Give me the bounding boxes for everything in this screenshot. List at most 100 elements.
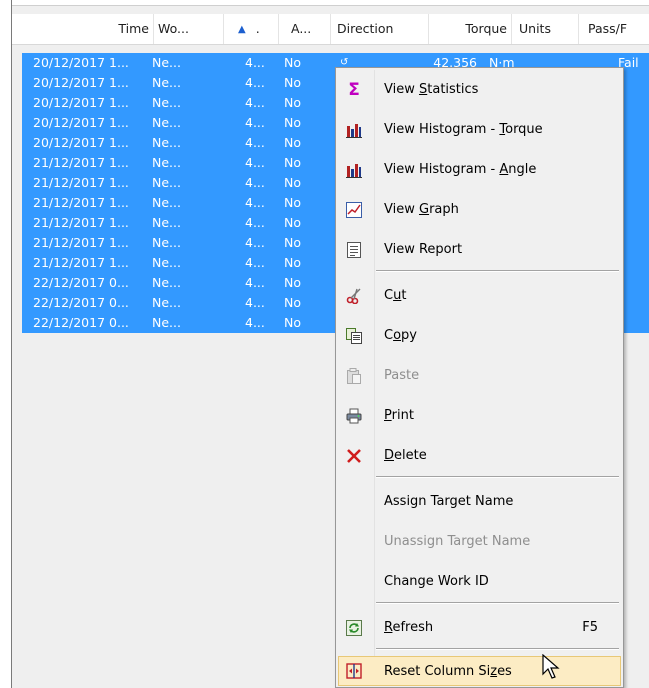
row-number-cell: 4... — [245, 135, 265, 150]
row-workid-cell: Ne... — [152, 155, 181, 170]
paste-icon — [346, 368, 362, 384]
row-workid-cell: Ne... — [152, 215, 181, 230]
menu-item-label: Print — [384, 408, 414, 423]
column-header-pass-fail-label: Pass/F — [588, 21, 628, 36]
row-time-cell: 21/12/2017 1... — [33, 195, 129, 210]
row-number-cell: 4... — [245, 175, 265, 190]
printer-icon — [346, 408, 362, 424]
menu-item-view-statistics[interactable]: Σ View Statistics — [338, 75, 621, 105]
column-header-a[interactable]: A... — [279, 14, 331, 44]
reset-columns-icon — [346, 663, 362, 679]
context-menu: Σ View Statistics View Histogram - Torqu… — [335, 67, 624, 688]
menu-item-delete[interactable]: Delete — [338, 441, 621, 471]
row-a-cell: No — [284, 275, 301, 290]
row-a-cell: No — [284, 135, 301, 150]
row-a-cell: No — [284, 255, 301, 270]
row-number-cell: 4... — [245, 215, 265, 230]
menu-item-paste[interactable]: Paste — [338, 361, 621, 391]
menu-item-cut[interactable]: Cut — [338, 281, 621, 311]
row-time-cell: 21/12/2017 1... — [33, 175, 129, 190]
menu-separator — [376, 602, 619, 604]
column-header-time[interactable]: Time — [12, 14, 154, 44]
row-number-cell: 4... — [245, 295, 265, 310]
row-workid-cell: Ne... — [152, 235, 181, 250]
row-time-cell: 21/12/2017 1... — [33, 155, 129, 170]
menu-item-view-report[interactable]: View Report — [338, 235, 621, 265]
row-time-cell: 22/12/2017 0... — [33, 295, 129, 310]
row-a-cell: No — [284, 55, 301, 70]
row-time-cell: 20/12/2017 1... — [33, 95, 129, 110]
row-a-cell: No — [284, 195, 301, 210]
row-number-cell: 4... — [245, 275, 265, 290]
row-workid-cell: Ne... — [152, 55, 181, 70]
row-time-cell: 22/12/2017 0... — [33, 315, 129, 330]
menu-item-change-work-id[interactable]: Change Work ID — [338, 567, 621, 597]
menu-item-label: Paste — [384, 368, 420, 383]
row-time-cell: 20/12/2017 1... — [33, 115, 129, 130]
column-header-direction-label: Direction — [337, 21, 394, 36]
menu-separator — [376, 476, 619, 478]
sort-ascending-icon: ▲ — [238, 24, 246, 35]
menu-separator — [376, 648, 619, 650]
sigma-icon: Σ — [348, 80, 360, 100]
row-workid-cell: Ne... — [152, 95, 181, 110]
row-a-cell: No — [284, 295, 301, 310]
refresh-icon — [346, 620, 362, 636]
column-header-workid[interactable]: Wo... — [154, 14, 224, 44]
row-time-cell: 21/12/2017 1... — [33, 255, 129, 270]
row-a-cell: No — [284, 155, 301, 170]
row-number-cell: 4... — [245, 235, 265, 250]
row-workid-cell: Ne... — [152, 135, 181, 150]
row-number-cell: 4... — [245, 115, 265, 130]
menu-item-reset-column-sizes[interactable]: Reset Column Sizes — [338, 656, 621, 686]
menu-item-view-graph[interactable]: View Graph — [338, 195, 621, 225]
row-workid-cell: Ne... — [152, 195, 181, 210]
menu-item-copy[interactable]: Copy — [338, 321, 621, 351]
menu-item-shortcut: F5 — [582, 620, 598, 635]
column-header-torque[interactable]: Torque — [429, 14, 512, 44]
column-header-direction[interactable]: Direction — [331, 14, 429, 44]
row-number-cell: 4... — [245, 55, 265, 70]
menu-item-view-histogram-angle[interactable]: View Histogram - Angle — [338, 155, 621, 185]
histogram-icon — [346, 122, 362, 138]
top-border — [11, 5, 649, 6]
row-number-cell: 4... — [245, 75, 265, 90]
row-a-cell: No — [284, 175, 301, 190]
menu-item-label: View Graph — [384, 202, 459, 217]
menu-item-label: View Report — [384, 242, 463, 257]
row-workid-cell: Ne... — [152, 75, 181, 90]
row-a-cell: No — [284, 75, 301, 90]
menu-item-label: Refresh — [384, 620, 434, 635]
menu-item-label: Delete — [384, 448, 427, 463]
row-time-cell: 22/12/2017 0... — [33, 275, 129, 290]
delete-x-icon — [346, 448, 362, 464]
menu-item-label: Assign Target Name — [384, 494, 514, 509]
histogram-icon — [346, 162, 362, 178]
row-a-cell: No — [284, 315, 301, 330]
scissors-icon — [346, 288, 362, 304]
row-a-cell: No — [284, 215, 301, 230]
menu-item-view-histogram-torque[interactable]: View Histogram - Torque — [338, 115, 621, 145]
column-header-time-label: Time — [118, 21, 149, 36]
row-number-cell: 4... — [245, 255, 265, 270]
menu-item-label: Unassign Target Name — [384, 534, 531, 549]
column-header-sorted-label: . — [255, 21, 260, 36]
menu-item-refresh[interactable]: Refresh F5 — [338, 613, 621, 643]
menu-item-print[interactable]: Print — [338, 401, 621, 431]
column-header-a-label: A... — [291, 21, 312, 36]
column-header-sorted[interactable]: ▲ . — [224, 14, 279, 44]
row-time-cell: 21/12/2017 1... — [33, 215, 129, 230]
menu-item-label: View Histogram - Angle — [384, 162, 537, 177]
column-header-pass-fail[interactable]: Pass/F — [579, 14, 649, 44]
menu-item-label: View Statistics — [384, 82, 479, 97]
column-header-torque-label: Torque — [465, 21, 507, 36]
row-number-cell: 4... — [245, 315, 265, 330]
row-a-cell: No — [284, 115, 301, 130]
menu-item-unassign-target-name[interactable]: Unassign Target Name — [338, 527, 621, 557]
row-number-cell: 4... — [245, 95, 265, 110]
menu-item-label: Change Work ID — [384, 574, 489, 589]
row-workid-cell: Ne... — [152, 275, 181, 290]
column-header-units[interactable]: Units — [512, 14, 579, 44]
left-border — [11, 0, 12, 688]
menu-item-assign-target-name[interactable]: Assign Target Name — [338, 487, 621, 517]
